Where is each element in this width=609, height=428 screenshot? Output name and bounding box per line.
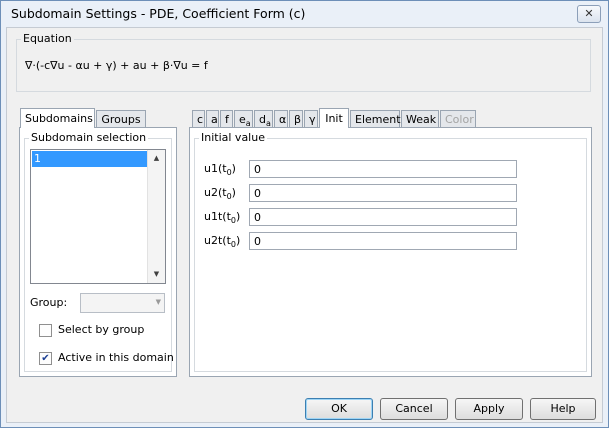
- list-item[interactable]: 1: [32, 151, 147, 167]
- subdomains-panel: Subdomain selection 1 ▲ ▼ Group: ▼ Selec…: [19, 127, 177, 377]
- tab-gamma[interactable]: γ: [304, 110, 318, 127]
- u1t-initial-input[interactable]: [249, 208, 517, 226]
- tab-weak[interactable]: Weak: [401, 110, 439, 127]
- u2t-initial-input[interactable]: [249, 232, 517, 250]
- tab-color-label: Color: [445, 113, 474, 126]
- tab-a[interactable]: a: [206, 110, 219, 127]
- tab-subdomains[interactable]: Subdomains: [20, 108, 95, 128]
- tab-c-label: c: [197, 113, 204, 126]
- tab-weak-label: Weak: [406, 113, 437, 126]
- initial-value-group: Initial value u1(t0) u2(t0) u1t(t0) u2t(…: [194, 131, 587, 372]
- u2t-label: u2t(t0): [204, 234, 240, 249]
- u2-label-text: u2(t: [204, 186, 227, 199]
- u1t-label-close: ): [235, 210, 241, 223]
- tab-init[interactable]: Init: [319, 108, 349, 128]
- u1-label-close: ): [231, 162, 236, 175]
- select-by-group-checkbox[interactable]: [39, 324, 52, 337]
- tab-element[interactable]: Element: [350, 110, 401, 127]
- scroll-down-icon[interactable]: ▼: [148, 266, 165, 283]
- u2-initial-input[interactable]: [249, 184, 517, 202]
- listbox-scrollbar[interactable]: ▲ ▼: [147, 150, 165, 283]
- tab-alpha[interactable]: α: [274, 110, 288, 127]
- tab-a-label: a: [211, 113, 218, 126]
- tab-da-label: d: [259, 113, 266, 126]
- tab-alpha-label: α: [279, 113, 287, 126]
- u1-initial-input[interactable]: [249, 160, 517, 178]
- u2t-label-text: u2t(t: [204, 234, 231, 247]
- tab-da[interactable]: da: [254, 110, 273, 128]
- u1t-label-text: u1t(t: [204, 210, 231, 223]
- tab-init-label: Init: [325, 112, 343, 125]
- u1-label: u1(t0): [204, 162, 236, 177]
- tab-subdomains-label: Subdomains: [25, 112, 93, 125]
- dialog-window: Subdomain Settings - PDE, Coefficient Fo…: [0, 0, 609, 428]
- close-icon: ✕: [584, 7, 594, 20]
- apply-button[interactable]: Apply: [455, 398, 523, 420]
- tab-groups[interactable]: Groups: [96, 110, 146, 127]
- ok-button[interactable]: OK: [305, 398, 373, 420]
- tab-element-label: Element: [355, 113, 401, 126]
- dialog-client-area: Equation ∇·(-c∇u - αu + γ) + au + β·∇u =…: [6, 27, 603, 423]
- cancel-button[interactable]: Cancel: [380, 398, 448, 420]
- equation-group: Equation ∇·(-c∇u - αu + γ) + au + β·∇u =…: [16, 32, 591, 92]
- tab-c[interactable]: c: [192, 110, 205, 127]
- subdomain-listbox[interactable]: 1 ▲ ▼: [30, 149, 166, 284]
- init-panel: Initial value u1(t0) u2(t0) u1t(t0) u2t(…: [189, 127, 592, 377]
- window-title: Subdomain Settings - PDE, Coefficient Fo…: [11, 6, 306, 21]
- u2-label: u2(t0): [204, 186, 236, 201]
- tab-gamma-label: γ: [309, 113, 316, 126]
- u1t-label: u1t(t0): [204, 210, 240, 225]
- subdomain-selection-group: Subdomain selection 1 ▲ ▼ Group: ▼ Selec…: [24, 131, 174, 372]
- scroll-up-icon[interactable]: ▲: [148, 150, 165, 167]
- equation-text: ∇·(-c∇u - αu + γ) + au + β·∇u = f: [25, 59, 208, 72]
- chevron-down-icon: ▼: [155, 298, 161, 306]
- initial-value-label: Initial value: [199, 131, 267, 144]
- group-combo-label: Group:: [30, 296, 68, 309]
- tab-ea-label: e: [239, 113, 246, 126]
- help-button[interactable]: Help: [530, 398, 596, 420]
- u2t-label-close: ): [235, 234, 241, 247]
- tab-beta[interactable]: β: [289, 110, 303, 127]
- group-combo[interactable]: ▼: [80, 293, 165, 313]
- select-by-group-label[interactable]: Select by group: [58, 323, 144, 336]
- active-in-domain-checkbox[interactable]: ✔: [39, 352, 52, 365]
- tab-f-label: f: [225, 113, 229, 126]
- tab-beta-label: β: [294, 113, 302, 126]
- tab-groups-label: Groups: [101, 113, 141, 126]
- tab-color: Color: [440, 110, 476, 127]
- active-in-domain-label[interactable]: Active in this domain: [58, 351, 174, 364]
- equation-group-label: Equation: [21, 32, 74, 45]
- u2-label-close: ): [231, 186, 236, 199]
- checkmark-icon: ✔: [41, 353, 50, 364]
- close-button[interactable]: ✕: [577, 5, 601, 23]
- title-bar: Subdomain Settings - PDE, Coefficient Fo…: [1, 1, 608, 27]
- tab-f[interactable]: f: [220, 110, 233, 127]
- u1-label-text: u1(t: [204, 162, 227, 175]
- tab-ea[interactable]: ea: [234, 110, 253, 128]
- subdomain-selection-label: Subdomain selection: [29, 131, 149, 144]
